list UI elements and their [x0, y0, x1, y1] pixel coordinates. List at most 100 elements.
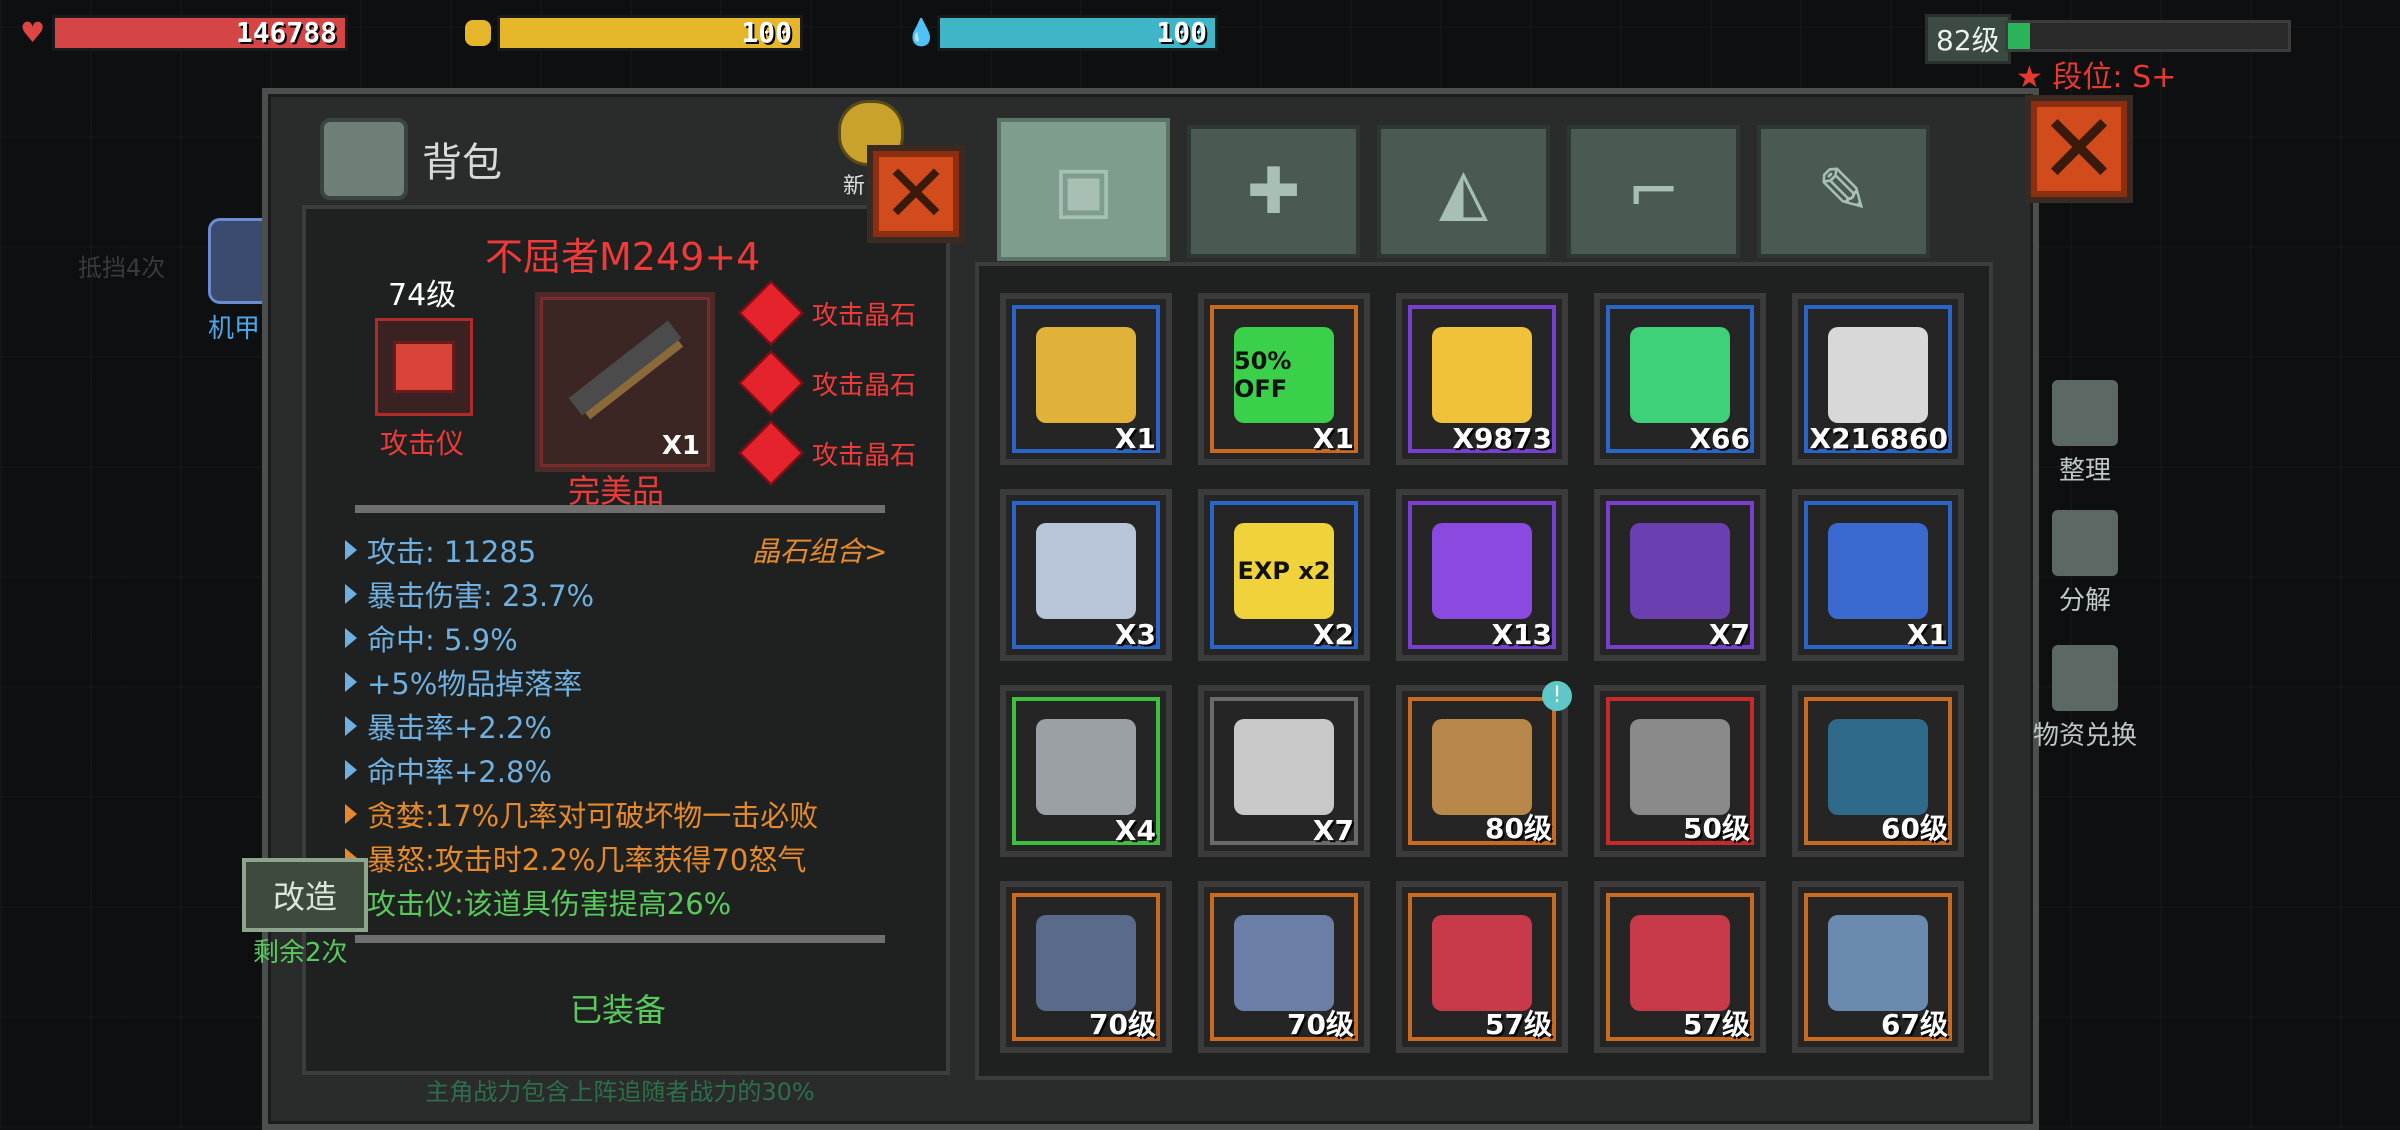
item-quantity: X7 [1312, 814, 1354, 847]
shield-count-text: 抵挡4次 [78, 254, 166, 282]
gem-label: 攻击晶石 [812, 300, 917, 331]
notification-badge: ! [1542, 681, 1572, 711]
inventory-slot[interactable]: 70级 [1198, 881, 1370, 1053]
inventory-slot[interactable]: X13 [1396, 489, 1568, 661]
wrench-icon: ✎ [1816, 154, 1871, 229]
item-quantity: X1 [1906, 618, 1948, 651]
weapon-slot[interactable]: X1 [535, 292, 715, 472]
attacker-slot[interactable] [375, 318, 473, 416]
water-drop-icon: 💧 [905, 18, 938, 48]
attacker-label: 攻击仪 [380, 427, 465, 460]
attack-device-icon [393, 341, 455, 393]
red-gem-icon [738, 350, 804, 416]
red-vest-2-icon [1630, 915, 1730, 1011]
item-quantity: X9873 [1452, 422, 1552, 455]
tab-armor[interactable]: ◭ [1377, 125, 1550, 258]
gem-label: 攻击晶石 [812, 440, 917, 471]
divider [355, 505, 885, 513]
inventory-grid: X1 50% OFF X1 X9873 X66 X216860 X3 EXP x2 X2 X13 X… [1000, 293, 1964, 1053]
exp-card-icon: EXP x2 [1234, 523, 1334, 619]
food-stat: 100 [465, 15, 803, 51]
close-icon: ✕ [2038, 93, 2120, 205]
dismantle-button[interactable]: 分解 [2030, 510, 2140, 617]
inventory-slot[interactable]: X1 [1792, 489, 1964, 661]
inventory-slot[interactable]: 80级! [1396, 681, 1572, 857]
supply-crate-blue-icon [1036, 327, 1136, 423]
inventory-slot[interactable]: 57级 [1594, 881, 1766, 1053]
inventory-slot[interactable]: 60级 [1792, 685, 1964, 857]
inventory-slot[interactable]: X9873 [1396, 293, 1568, 465]
gem-slots: 攻击晶石 攻击晶石 攻击晶石 [738, 278, 917, 488]
gem-slot[interactable]: 攻击晶石 [738, 278, 917, 348]
stat-row: 命中: 5.9% [345, 616, 818, 660]
exchange-button[interactable]: 物资兑换 [2030, 645, 2140, 752]
modify-button[interactable]: 改造 [242, 858, 368, 932]
inventory-slot[interactable]: X7 [1594, 489, 1766, 661]
item-quantity: X13 [1491, 618, 1552, 651]
tab-medical[interactable]: ✚ [1187, 125, 1360, 258]
equipped-status: 已装备 [570, 991, 667, 1029]
gem-slot[interactable]: 攻击晶石 [738, 348, 916, 418]
hp-stat: ♥ 146788 [20, 15, 348, 51]
heart-icon: ♥ [20, 16, 46, 49]
tab-backpack[interactable]: ▣ [997, 118, 1170, 261]
inventory-slot[interactable]: X7 [1198, 685, 1370, 857]
sale-coupon-icon: 50% OFF [1234, 327, 1334, 423]
red-gem-icon [738, 280, 804, 346]
stat-text: 命中率+2.8% [367, 755, 552, 789]
armored-legs-icon [1234, 915, 1334, 1011]
gold-coin-icon [1432, 327, 1532, 423]
inventory-slot[interactable]: EXP x2 X2 [1198, 489, 1370, 661]
weapon-quantity: X1 [661, 431, 700, 461]
water-bar: 100 [937, 15, 1218, 51]
new-item-label: 新 [843, 174, 866, 199]
inventory-slot[interactable]: 67级 [1792, 881, 1964, 1053]
grey-chest-icon [1234, 719, 1334, 815]
inventory-slot[interactable]: 50% OFF X1 [1198, 293, 1370, 465]
panel-title: 背包 [320, 118, 502, 200]
item-quantity: 70级 [1089, 1008, 1156, 1041]
tab-tools[interactable]: ✎ [1757, 125, 1930, 258]
silver-coin-icon [1828, 327, 1928, 423]
item-quantity: 67级 [1881, 1008, 1948, 1041]
stat-text: 贪婪:17%几率对可破坏物一击必败 [367, 799, 819, 833]
item-name: 不屈者M249+4 [485, 235, 761, 279]
hp-bar: 146788 [52, 15, 348, 51]
stat-text: 暴怒:攻击时2.2%几率获得70怒气 [367, 843, 807, 877]
gun-icon: ⌐ [1626, 154, 1681, 229]
arrow-right-icon [345, 716, 357, 736]
gem-slot[interactable]: 攻击晶石 [738, 418, 917, 488]
inventory-slot[interactable]: 70级 [1000, 881, 1172, 1053]
inventory-slot[interactable]: X4 [1000, 685, 1172, 857]
backpack-icon [320, 118, 408, 200]
level-progress-bar [2005, 20, 2291, 52]
inventory-slot[interactable]: X3 [1000, 489, 1172, 661]
modify-remaining: 剩余2次 [253, 938, 348, 968]
item-quantity: X1 [1312, 422, 1354, 455]
rank-label: ★ 段位: S+ [2016, 60, 2177, 95]
sort-grid-icon [2052, 380, 2118, 446]
supply-crate-purple-icon [1432, 523, 1532, 619]
stat-row: 攻击仪:该道具伤害提高26% [345, 880, 818, 924]
item-quantity: X7 [1708, 618, 1750, 651]
item-quantity: 57级 [1683, 1008, 1750, 1041]
inventory-slot[interactable]: X66 [1594, 293, 1766, 465]
inventory-slot[interactable]: 50级 [1594, 685, 1766, 857]
inventory-slot[interactable]: 57级 [1396, 881, 1568, 1053]
panel-close-button[interactable]: ✕ [2025, 95, 2133, 203]
purple-chest-icon [1630, 523, 1730, 619]
sort-button[interactable]: 整理 [2030, 380, 2140, 487]
stat-row: 暴击率+2.2% [345, 704, 818, 748]
exchange-icon [2052, 645, 2118, 711]
item-level: 74级 [388, 278, 457, 313]
tab-weapons[interactable]: ⌐ [1567, 125, 1740, 258]
stat-text: 暴击伤害: 23.7% [367, 579, 595, 613]
item-quantity: X1 [1114, 422, 1156, 455]
detail-close-button[interactable]: ✕ [867, 145, 965, 243]
food-value: 100 [741, 16, 792, 49]
power-footnote: 主角战力包含上阵追随者战力的30% [425, 1078, 815, 1106]
inventory-slot[interactable]: X216860 [1792, 293, 1964, 465]
backpack-icon: ▣ [1053, 152, 1114, 227]
arrow-right-icon [345, 760, 357, 780]
inventory-slot[interactable]: X1 [1000, 293, 1172, 465]
